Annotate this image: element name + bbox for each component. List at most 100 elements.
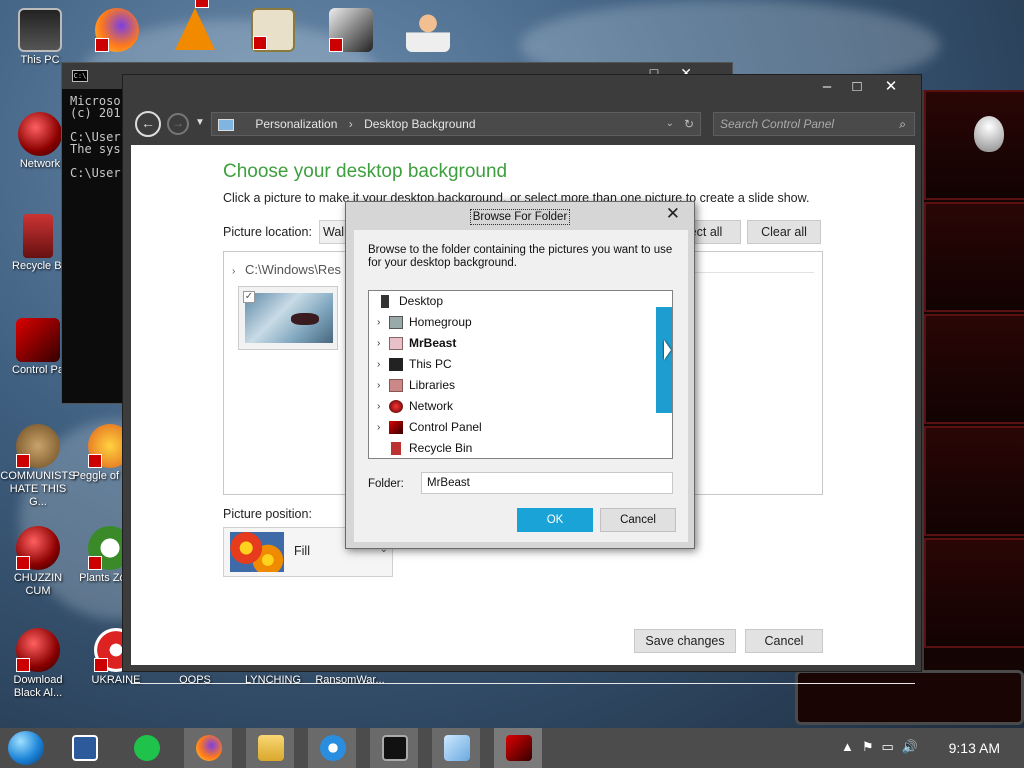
- desktop-icon-download[interactable]: Download Black Al...: [0, 628, 76, 700]
- cmd-icon: C:\: [72, 70, 88, 82]
- tree-item-label: Control Panel: [409, 420, 482, 434]
- dialog-close-icon[interactable]: ✕: [666, 204, 680, 224]
- desktop-icon-user[interactable]: [390, 8, 466, 54]
- desktop-icon-app[interactable]: [313, 8, 389, 54]
- tree-item-mrbeast[interactable]: › MrBeast: [369, 333, 654, 354]
- folder-path: C:\Windows\Res: [244, 262, 342, 277]
- network-icon: [18, 112, 62, 156]
- taskbar-notepad[interactable]: [432, 728, 480, 768]
- navigation-bar: ← → ▼ Personalization › Desktop Backgrou…: [131, 109, 915, 141]
- tree-item-label: Desktop: [399, 294, 444, 308]
- widget-panel: [924, 314, 1024, 424]
- widget-panel: [924, 202, 1024, 312]
- ok-button[interactable]: OK: [517, 508, 593, 532]
- search-placeholder: Search Control Panel: [720, 117, 835, 131]
- tree-item-homegroup[interactable]: › Homegroup: [369, 312, 654, 333]
- desktop-icon-label: Download Black Al...: [13, 674, 63, 699]
- breadcrumb-personalization[interactable]: Personalization: [255, 117, 337, 131]
- search-input[interactable]: Search Control Panel ⌕: [713, 112, 915, 136]
- expand-arrow-icon[interactable]: ›: [377, 354, 380, 375]
- close-button[interactable]: ✕: [879, 77, 903, 97]
- recent-locations-chevron-icon[interactable]: ▼: [195, 117, 205, 128]
- cmd-icon: [382, 735, 408, 761]
- desktop-icon-chuzzin[interactable]: CHUZZIN CUM: [0, 526, 76, 598]
- refresh-icon[interactable]: ↻: [684, 113, 694, 135]
- widget-panel: [924, 538, 1024, 648]
- alien-app-icon: [16, 628, 60, 672]
- taskbar-file-explorer[interactable]: [246, 728, 294, 768]
- desktop-icon-label: CHUZZIN CUM: [13, 572, 63, 597]
- desktop-icon-vlc[interactable]: [157, 0, 233, 52]
- tree-item-this-pc[interactable]: › This PC: [369, 354, 654, 375]
- alien-desktop-widget: [920, 90, 1024, 720]
- folder-icon: [258, 735, 284, 761]
- expand-arrow-icon[interactable]: ›: [377, 375, 380, 396]
- wallpaper-thumbnail[interactable]: ✓: [238, 286, 338, 350]
- address-dropdown-icon[interactable]: ⌄: [666, 113, 674, 135]
- taskbar-command-prompt[interactable]: [370, 728, 418, 768]
- app-icon: [329, 8, 373, 52]
- start-button[interactable]: [8, 731, 44, 765]
- monitor-icon: [18, 8, 62, 52]
- desktop-icon-label: RansomWar...: [315, 674, 385, 686]
- control-panel-icon: [218, 118, 234, 131]
- forward-button[interactable]: →: [167, 113, 189, 135]
- expand-arrow-icon[interactable]: ›: [377, 333, 380, 354]
- expand-arrow-icon[interactable]: ›: [377, 396, 380, 417]
- address-bar[interactable]: Personalization › Desktop Background ⌄ ↻: [211, 112, 701, 136]
- taskbar-internet-explorer[interactable]: [308, 728, 356, 768]
- thumbnail-checkbox[interactable]: ✓: [243, 291, 255, 303]
- desktop-icon-label: OOPS: [179, 674, 211, 686]
- system-tray-icons[interactable]: ▲⚑▭🔊: [841, 739, 926, 755]
- tree-item-recycle-bin[interactable]: Recycle Bin: [369, 438, 654, 458]
- back-button[interactable]: ←: [135, 111, 161, 137]
- taskbar-control-panel[interactable]: [494, 728, 542, 768]
- maximize-button[interactable]: □: [845, 77, 869, 97]
- taskbar-app-green[interactable]: [122, 728, 170, 768]
- taskbar: ▲⚑▭🔊 9:13 AM: [0, 728, 1024, 768]
- tree-item-libraries[interactable]: › Libraries: [369, 375, 654, 396]
- tree-item-desktop[interactable]: Desktop: [369, 291, 654, 312]
- desktop-icon-firefox[interactable]: [79, 8, 155, 54]
- dialog-cancel-button[interactable]: Cancel: [600, 508, 676, 532]
- tree-scrollbar-thumb[interactable]: [656, 307, 672, 413]
- widget-panel: [924, 426, 1024, 536]
- desktop-icon-this-pc[interactable]: This PC: [2, 8, 78, 67]
- wallpaper-image: [245, 293, 333, 343]
- breadcrumb-desktop-background[interactable]: Desktop Background: [364, 117, 475, 131]
- dialog-body: Browse to the folder containing the pict…: [354, 230, 688, 542]
- chevron-right-icon: ›: [232, 266, 236, 277]
- widget-panel: [924, 90, 1024, 200]
- browse-for-folder-dialog[interactable]: Browse For Folder ✕ Browse to the folder…: [345, 201, 695, 549]
- alien-head-icon: [974, 116, 1004, 152]
- dialog-message: Browse to the folder containing the pict…: [368, 244, 673, 269]
- dialog-titlebar[interactable]: Browse For Folder: [346, 202, 694, 230]
- recycle-bin-icon: [391, 442, 401, 455]
- clock[interactable]: 9:13 AM: [949, 740, 1000, 756]
- clear-all-button[interactable]: Clear all: [747, 220, 821, 244]
- desktop-icon: [381, 295, 389, 308]
- desktop-icon-hxd[interactable]: [235, 8, 311, 54]
- desktop-icon-communists[interactable]: COMMUNISTS HATE THIS G...: [0, 424, 76, 509]
- tree-item-control-panel[interactable]: › Control Panel: [369, 417, 654, 438]
- control-panel-icon: [506, 735, 532, 761]
- tree-item-label: MrBeast: [409, 336, 457, 350]
- tree-item-label: Homegroup: [409, 315, 472, 329]
- search-icon[interactable]: ⌕: [899, 113, 906, 135]
- minimize-button[interactable]: –: [815, 77, 839, 97]
- folder-input[interactable]: MrBeast: [421, 472, 673, 494]
- taskbar-task-view[interactable]: [60, 728, 108, 768]
- tree-item-network[interactable]: › Network: [369, 396, 654, 417]
- tree-item-label: This PC: [409, 357, 452, 371]
- hxd-icon: [251, 8, 295, 52]
- network-icon: [389, 400, 403, 413]
- folder-group-header[interactable]: › C:\Windows\Res: [232, 262, 341, 277]
- folder-tree[interactable]: Desktop › Homegroup › MrBeast › This PC …: [368, 290, 673, 459]
- expand-arrow-icon[interactable]: ›: [377, 417, 380, 438]
- page-title: Choose your desktop background: [223, 161, 508, 182]
- save-changes-button[interactable]: Save changes: [634, 629, 736, 653]
- computer-icon: [389, 358, 403, 371]
- taskbar-firefox[interactable]: [184, 728, 232, 768]
- cancel-button[interactable]: Cancel: [745, 629, 823, 653]
- expand-arrow-icon[interactable]: ›: [377, 312, 380, 333]
